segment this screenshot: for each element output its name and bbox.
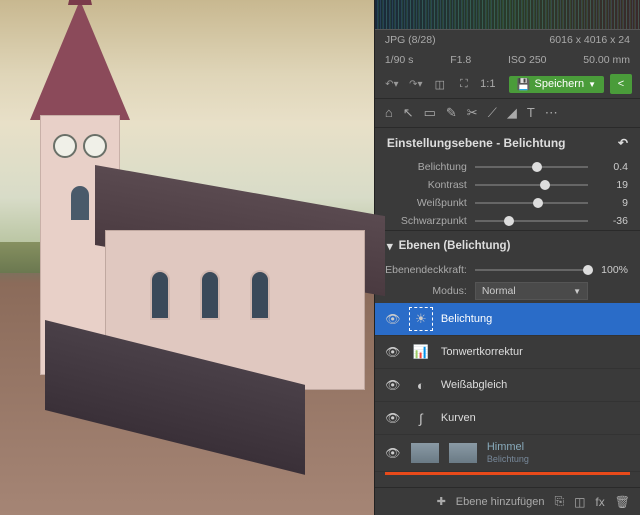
- visibility-icon[interactable]: 👁: [385, 378, 401, 392]
- visibility-icon[interactable]: 👁: [385, 411, 401, 425]
- fx-icon[interactable]: fx: [595, 495, 604, 509]
- layers-list: 👁 ☀ Belichtung 👁 📊 Tonwertkorrektur 👁 ◐ Weißabgl…: [375, 303, 640, 487]
- opacity-slider[interactable]: [475, 269, 588, 271]
- side-panel: JPG (8/28) 6016 x 4016 x 24 1/90 s F1.8 …: [374, 0, 640, 515]
- tool-row: ⌂ ↖ ▭ ✎ ✂ ⟋ ◢ T ⋯: [375, 99, 640, 128]
- compare-icon[interactable]: ◫: [431, 75, 449, 93]
- mode-label: Modus:: [375, 285, 467, 297]
- layer-label: Tonwertkorrektur: [441, 346, 523, 358]
- crop-icon[interactable]: ✂: [467, 105, 478, 121]
- slider-3[interactable]: [475, 220, 588, 222]
- focal-length: 50.00 mm: [583, 54, 630, 66]
- blend-mode-value: Normal: [482, 285, 516, 297]
- layer-icon: ◐: [411, 375, 431, 395]
- slider-1[interactable]: [475, 184, 588, 186]
- save-button[interactable]: 💾 Speichern ▼: [509, 76, 604, 93]
- reset-icon[interactable]: ↶: [618, 136, 628, 150]
- layer-thumb-2: [449, 443, 477, 463]
- layer-label: Belichtung: [441, 313, 492, 325]
- visibility-icon[interactable]: 👁: [385, 312, 401, 326]
- shutter: 1/90 s: [385, 54, 414, 66]
- slider-label: Belichtung: [375, 161, 467, 173]
- slider-value: 0.4: [596, 161, 628, 173]
- layer-item[interactable]: 👁 HimmelBelichtung: [375, 435, 640, 472]
- layer-icon: 📊: [411, 342, 431, 362]
- slider-label: Weißpunkt: [375, 197, 467, 209]
- iso: ISO 250: [508, 54, 547, 66]
- blend-mode-select[interactable]: Normal ▼: [475, 282, 588, 300]
- duplicate-icon[interactable]: ⎘: [554, 494, 564, 509]
- text-icon[interactable]: T: [527, 105, 535, 121]
- adjustment-title-row: Einstellungsebene - Belichtung ↶: [375, 128, 640, 158]
- action-toolbar: ↶▾ ↷▾ ◫ ⛶ 1:1 💾 Speichern ▼ <: [375, 70, 640, 99]
- dimensions: 6016 x 4016 x 24: [549, 34, 630, 46]
- mask-icon[interactable]: ◫: [574, 495, 585, 509]
- add-icon: ✚: [437, 495, 446, 508]
- pointer-icon[interactable]: ↖: [403, 105, 414, 121]
- layer-icon: [411, 443, 439, 463]
- ratio-icon[interactable]: 1:1: [479, 75, 497, 93]
- format: JPG: [385, 34, 405, 46]
- layer-icon: ☀: [411, 309, 431, 329]
- trash-icon[interactable]: 🗑: [615, 495, 630, 509]
- histogram[interactable]: [375, 0, 640, 30]
- layer-item[interactable]: 👁 ◐ Weißabgleich: [375, 369, 640, 402]
- slider-0[interactable]: [475, 166, 588, 168]
- image-preview[interactable]: [0, 0, 374, 515]
- share-button[interactable]: <: [610, 74, 632, 94]
- layer-label: Weißabgleich: [441, 379, 507, 391]
- save-label: Speichern: [535, 78, 585, 90]
- chevron-down-icon: ▾: [387, 239, 393, 253]
- marquee-icon[interactable]: ▭: [424, 105, 436, 121]
- layers-title: Ebenen (Belichtung): [399, 240, 511, 252]
- slider-value: 19: [596, 179, 628, 191]
- add-layer-button[interactable]: Ebene hinzufügen: [456, 496, 545, 508]
- layers-section-header[interactable]: ▾ Ebenen (Belichtung): [375, 230, 640, 261]
- layer-label: HimmelBelichtung: [487, 441, 529, 465]
- opacity-label: Ebenendeckkraft:: [375, 264, 467, 276]
- layer-icon: ∫: [411, 408, 431, 428]
- slider-value: -36: [596, 215, 628, 227]
- slider-label: Kontrast: [375, 179, 467, 191]
- image-index: (8/28): [408, 34, 435, 46]
- brush-icon[interactable]: ⟋: [488, 105, 497, 121]
- eyedropper-icon[interactable]: ✎: [446, 105, 457, 121]
- layer-item[interactable]: 👁 ☀ Belichtung: [375, 303, 640, 336]
- aperture: F1.8: [450, 54, 471, 66]
- layer-label: Kurven: [441, 412, 476, 424]
- chevron-down-icon: ▼: [588, 80, 596, 89]
- home-icon[interactable]: ⌂: [385, 105, 393, 121]
- layer-item[interactable]: 👁 ∫ Kurven: [375, 402, 640, 435]
- gradient-icon[interactable]: ◢: [507, 105, 517, 121]
- redo-button[interactable]: ↷▾: [407, 75, 425, 93]
- undo-button[interactable]: ↶▾: [383, 75, 401, 93]
- opacity-value: 100%: [596, 264, 628, 276]
- visibility-icon[interactable]: 👁: [385, 446, 401, 460]
- fit-icon[interactable]: ⛶: [455, 75, 473, 93]
- layer-item[interactable]: 👁 📊 Tonwertkorrektur: [375, 336, 640, 369]
- adjustment-title: Einstellungsebene - Belichtung: [387, 136, 566, 150]
- slider-label: Schwarzpunkt: [375, 215, 467, 227]
- metadata-row-2: 1/90 s F1.8 ISO 250 50.00 mm: [375, 50, 640, 70]
- more-icon[interactable]: ⋯: [545, 105, 558, 121]
- save-icon: 💾: [517, 78, 531, 91]
- slider-value: 9: [596, 197, 628, 209]
- chevron-down-icon: ▼: [573, 287, 581, 296]
- drop-indicator: [385, 472, 630, 475]
- slider-2[interactable]: [475, 202, 588, 204]
- metadata-row-1: JPG (8/28) 6016 x 4016 x 24: [375, 30, 640, 50]
- layers-footer: ✚ Ebene hinzufügen ⎘ ◫ fx 🗑: [375, 487, 640, 515]
- visibility-icon[interactable]: 👁: [385, 345, 401, 359]
